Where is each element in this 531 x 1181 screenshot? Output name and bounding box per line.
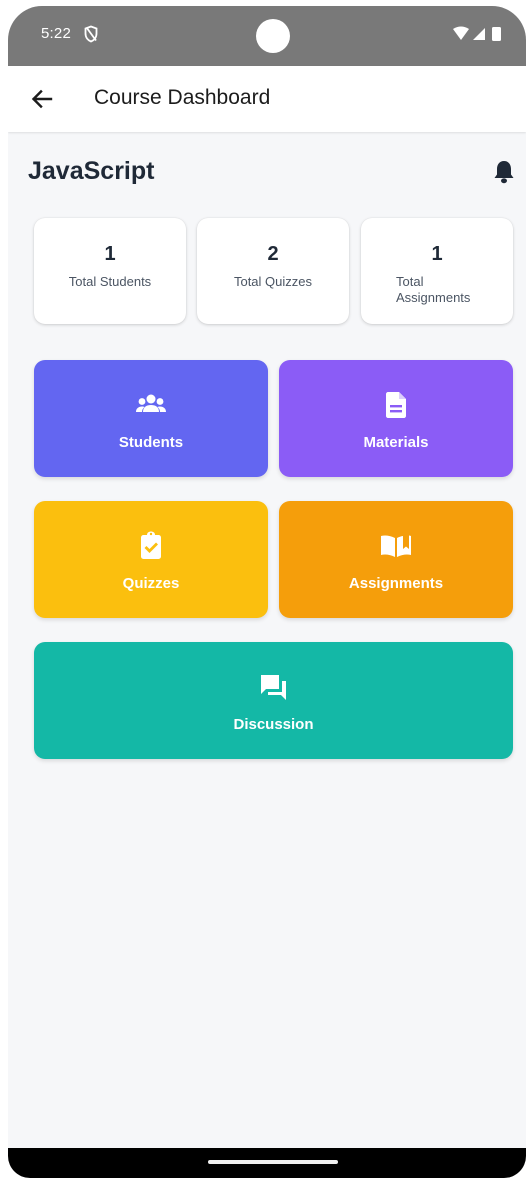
stat-card-quizzes: 2 Total Quizzes [197, 218, 349, 324]
app-bar: Course Dashboard [8, 66, 526, 132]
stat-value: 1 [431, 243, 443, 265]
tile-label: Quizzes [122, 575, 180, 592]
phone-screen: 5:22 Course Dashboard JavaScript 1 Total… [8, 6, 526, 1178]
tile-quizzes[interactable]: Quizzes [34, 501, 268, 618]
course-title: JavaScript [28, 157, 155, 185]
home-indicator[interactable] [208, 1160, 338, 1164]
stat-label: Total Students [68, 274, 152, 289]
tile-label: Materials [363, 434, 429, 451]
chat-bubbles-icon [260, 675, 286, 700]
page-title: Course Dashboard [94, 86, 271, 109]
tile-materials[interactable]: Materials [279, 360, 513, 477]
tile-label: Students [118, 434, 184, 451]
stat-value: 2 [267, 243, 279, 265]
stat-value: 1 [104, 243, 116, 265]
status-bar: 5:22 [8, 6, 526, 66]
bell-icon[interactable] [493, 159, 515, 184]
battery-icon [492, 27, 501, 41]
arrow-back-icon[interactable] [29, 87, 55, 111]
stat-card-students: 1 Total Students [34, 218, 186, 324]
stat-label: Total Assignments [396, 274, 471, 305]
open-book-icon [381, 535, 411, 557]
navigation-bar [8, 1148, 526, 1178]
signal-icon [473, 28, 485, 40]
tile-discussion[interactable]: Discussion [34, 642, 513, 759]
status-time: 5:22 [41, 25, 71, 42]
tile-assignments[interactable]: Assignments [279, 501, 513, 618]
stat-card-assignments: 1 Total Assignments [361, 218, 513, 324]
people-icon [136, 394, 166, 412]
document-icon [386, 392, 406, 418]
tile-label: Discussion [233, 716, 314, 733]
status-icons [453, 26, 501, 41]
vpn-shield-icon [84, 25, 98, 43]
camera-cutout [256, 19, 290, 53]
tile-students[interactable]: Students [34, 360, 268, 477]
stat-label: Total Quizzes [233, 274, 313, 289]
wifi-icon [453, 26, 469, 40]
tile-label: Assignments [348, 575, 444, 592]
clipboard-check-icon [141, 531, 161, 559]
